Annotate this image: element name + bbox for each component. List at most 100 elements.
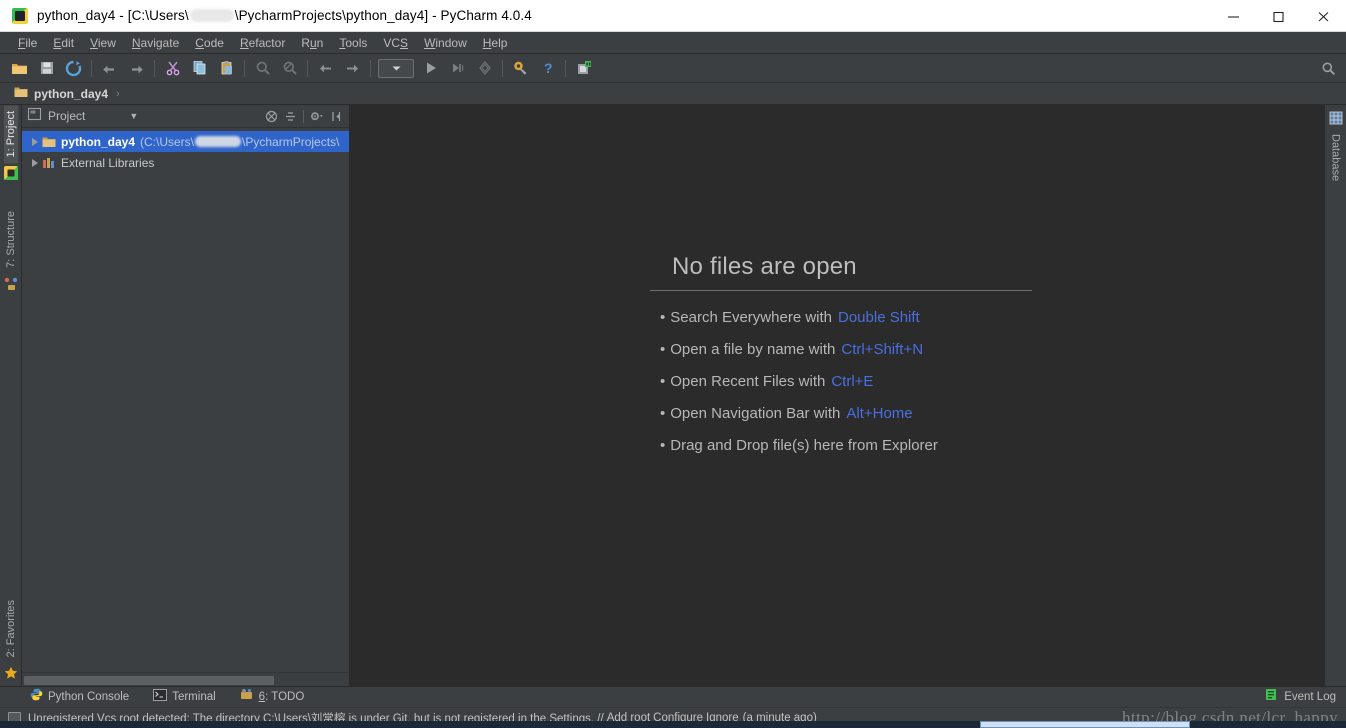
breadcrumb-item-project[interactable]: python_day4 › [14, 85, 120, 103]
project-tree: python_day4 (C:\Users\ \PycharmProjects\ … [22, 128, 349, 672]
folder-icon [14, 85, 28, 103]
menu-file[interactable]: File [10, 34, 45, 52]
taskbar-window-preview [980, 721, 1190, 728]
search-icon[interactable] [1318, 58, 1338, 78]
menu-help[interactable]: Help [475, 34, 516, 52]
menu-window[interactable]: Window [416, 34, 475, 52]
project-view-icon [27, 107, 42, 126]
paste-icon[interactable] [215, 57, 238, 80]
sidebar-label-structure: 7: Structure [4, 211, 17, 269]
bottom-right-group: Event Log [1265, 688, 1336, 706]
folder-icon [42, 136, 56, 148]
project-tool-window: Project ▼ python_day4 (C:\Users\ \Pychar… [22, 105, 350, 686]
window-title-suffix: \PycharmProjects\python_day4] - PyCharm … [234, 8, 532, 23]
settings-wrench-icon[interactable] [509, 57, 532, 80]
hint-text: Open a file by name with [670, 341, 836, 358]
hint-shortcut: Ctrl+E [831, 373, 874, 390]
expand-triangle-icon[interactable] [28, 158, 42, 167]
tree-row-python-day4[interactable]: python_day4 (C:\Users\ \PycharmProjects\ [22, 131, 349, 152]
project-panel-horizontal-scrollbar[interactable] [22, 672, 349, 686]
sidebar-label-favorites: 2: Favorites [4, 599, 17, 657]
sidebar-item-favorites[interactable]: 2: Favorites [4, 594, 18, 663]
breadcrumb-chevron-icon: › [116, 87, 120, 100]
minimize-button[interactable] [1211, 0, 1256, 32]
event-log-icon [1265, 688, 1279, 706]
project-icon [3, 166, 18, 181]
menu-navigate[interactable]: Navigate [124, 34, 187, 52]
window-controls [1211, 0, 1346, 32]
tree-path-suffix: \PycharmProjects\ [242, 134, 340, 149]
menu-run[interactable]: Run [293, 34, 331, 52]
bottom-item-terminal[interactable]: Terminal [153, 688, 216, 706]
todo-icon [240, 688, 254, 706]
menu-view[interactable]: View [82, 34, 124, 52]
redo-arrow-icon[interactable] [125, 57, 148, 80]
forward-icon[interactable] [341, 57, 364, 80]
svg-text:?: ? [544, 60, 553, 76]
expand-triangle-icon[interactable] [28, 137, 42, 146]
find-icon[interactable] [251, 57, 274, 80]
window-title-redacted-username [189, 9, 234, 22]
tree-path-prefix: (C:\Users\ [140, 134, 195, 149]
scrollbar-thumb[interactable] [24, 676, 274, 685]
scroll-to-source-icon[interactable] [282, 108, 299, 125]
hide-panel-icon[interactable] [327, 108, 344, 125]
settings-gear-icon[interactable] [308, 108, 325, 125]
menu-code[interactable]: Code [187, 34, 232, 52]
bullet-icon: • [660, 373, 666, 390]
project-panel-header: Project ▼ [22, 105, 349, 128]
pycharm-window: python_day4 - [C:\Users\ \PycharmProjects… [0, 0, 1346, 728]
debug-icon[interactable] [446, 57, 469, 80]
hint-open-recent-files: • Open Recent Files with Ctrl+E [650, 373, 1040, 390]
menu-refactor[interactable]: Refactor [232, 34, 293, 52]
run-icon[interactable] [419, 57, 442, 80]
sidebar-label-project: 1: Project [4, 111, 17, 158]
main-toolbar: ? [0, 54, 1346, 83]
main-content-area: 1: Project 7: Structure 2: Favorites Pro… [0, 105, 1346, 686]
python-icon [30, 688, 43, 706]
hint-text: Open Recent Files with [670, 373, 826, 390]
hint-text: Drag and Drop file(s) here from Explorer [670, 437, 938, 454]
menu-tools[interactable]: Tools [331, 34, 375, 52]
sidebar-item-project[interactable]: 1: Project [3, 105, 18, 164]
cut-scissors-icon[interactable] [161, 57, 184, 80]
empty-editor-title: No files are open [672, 253, 857, 280]
replace-icon[interactable] [278, 57, 301, 80]
copy-icon[interactable] [188, 57, 211, 80]
collapse-all-icon[interactable] [263, 108, 280, 125]
breadcrumb-label: python_day4 [34, 86, 109, 101]
hint-search-everywhere: • Search Everywhere with Double Shift [650, 309, 1040, 326]
save-all-icon[interactable] [35, 57, 58, 80]
undo-arrow-icon[interactable] [98, 57, 121, 80]
menu-edit[interactable]: Edit [45, 34, 82, 52]
sidebar-item-database[interactable]: Database [1329, 128, 1343, 187]
bottom-label-event-log[interactable]: Event Log [1284, 691, 1336, 703]
bullet-icon: • [660, 341, 666, 358]
back-icon[interactable] [314, 57, 337, 80]
hint-text: Open Navigation Bar with [670, 405, 841, 422]
empty-editor-divider [650, 290, 1032, 291]
window-title: python_day4 - [C:\Users\ \PycharmProjects… [37, 8, 532, 23]
maximize-button[interactable] [1256, 0, 1301, 32]
bottom-item-python-console[interactable]: Python Console [30, 688, 129, 706]
hint-shortcut: Alt+Home [846, 405, 913, 422]
sidebar-item-structure[interactable]: 7: Structure [4, 205, 18, 274]
coverage-icon[interactable] [473, 57, 496, 80]
run-configuration-dropdown[interactable] [378, 58, 414, 78]
tree-row-external-libraries[interactable]: External Libraries [22, 152, 349, 173]
empty-editor-hint: No files are open • Search Everywhere wit… [650, 253, 1040, 469]
menu-vcs[interactable]: VCS [375, 34, 416, 52]
chevron-down-icon[interactable]: ▼ [129, 111, 138, 121]
help-icon[interactable]: ? [536, 57, 559, 80]
hint-open-file-by-name: • Open a file by name with Ctrl+Shift+N [650, 341, 1040, 358]
window-title-prefix: python_day4 - [C:\Users\ [37, 8, 189, 23]
library-icon [42, 156, 56, 169]
bottom-item-todo[interactable]: 6: TODO [240, 688, 304, 706]
pycharm-logo-icon [12, 7, 28, 24]
title-bar: python_day4 - [C:\Users\ \PycharmProjects… [0, 0, 1346, 32]
tree-label-project-name: python_day4 [61, 134, 136, 149]
open-folder-icon[interactable] [8, 57, 31, 80]
plugin-icon[interactable] [572, 57, 595, 80]
synchronize-icon[interactable] [62, 57, 85, 80]
close-button[interactable] [1301, 0, 1346, 32]
